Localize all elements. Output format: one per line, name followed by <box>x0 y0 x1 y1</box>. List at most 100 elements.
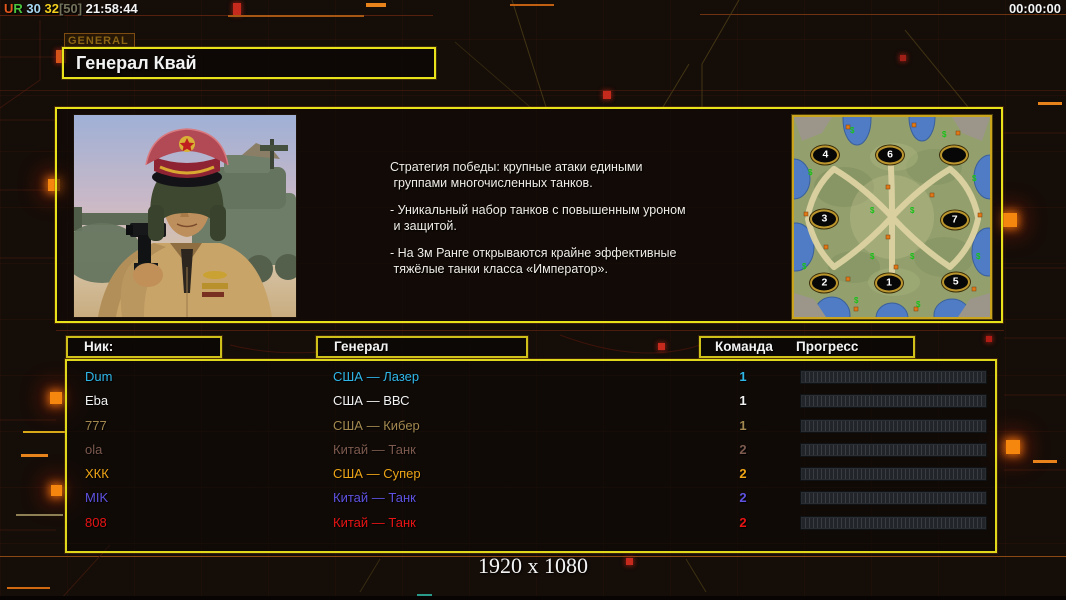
progress-bar <box>800 370 987 384</box>
decor-dash <box>510 4 554 6</box>
lobby-status: UR 30 32[50] 21:58:44 <box>4 1 138 16</box>
player-progress <box>800 467 987 482</box>
general-portrait-art <box>74 115 296 317</box>
team-header-label: Команда <box>715 339 773 354</box>
player-team: 1 <box>739 369 747 384</box>
general-description: Стратегия победы: крупные атаки едиными … <box>390 159 720 277</box>
description-line: и защитой. <box>390 219 457 233</box>
description-line: группами многочисленных танков. <box>390 176 593 190</box>
player-progress <box>800 442 987 457</box>
player-general: США — Кибер <box>333 417 420 433</box>
player-progress <box>800 394 987 409</box>
general-name-box: Генерал Квай <box>62 47 436 79</box>
decor-square <box>658 343 665 350</box>
decor-square <box>603 91 611 99</box>
status-segment: 32 <box>44 1 59 16</box>
decor-dash <box>23 431 65 433</box>
general-header-label: Генерал <box>334 339 389 354</box>
progress-bar <box>800 394 987 409</box>
player-team: 1 <box>739 417 747 433</box>
status-segment: U <box>4 1 14 16</box>
player-row: 777 США — Кибер 1 <box>67 414 995 438</box>
decor-dash <box>1038 102 1062 105</box>
description-line: Стратегия победы: крупные атаки едиными <box>390 160 643 174</box>
player-row: ola Китай — Танк 2 <box>67 438 995 462</box>
resolution-label: 1920 x 1080 <box>478 553 588 578</box>
decor-square <box>51 485 62 496</box>
player-nick: MIK <box>85 490 109 506</box>
description-line: - На 3м Ранге открываются крайне эффекти… <box>390 246 677 260</box>
player-row: ХКК США — Супер 2 <box>67 462 995 486</box>
progress-bar <box>800 515 987 530</box>
map-start-marker: 7 <box>940 210 969 230</box>
description-line <box>390 191 720 202</box>
player-row: MIK Китай — Танк 2 <box>67 486 995 510</box>
map-start-marker: 6 <box>876 145 905 165</box>
player-progress <box>800 515 987 530</box>
player-nick: Eba <box>85 393 109 409</box>
player-nick: 808 <box>85 514 107 530</box>
player-nick: 777 <box>85 417 107 433</box>
general-info-panel: Стратегия победы: крупные атаки едиными … <box>55 107 1003 323</box>
description-line: тяжёлые танки класса «Император». <box>390 262 608 276</box>
status-segment: 30 <box>22 1 45 16</box>
player-general: США — Лазер <box>333 369 420 384</box>
decor-square <box>233 3 241 15</box>
column-header-general: Генерал <box>316 336 528 358</box>
players-table-body: Dum США — Лазер 1 Eba США — ВВС 1 777 США — Киб… <box>67 361 995 551</box>
player-general: Китай — Танк <box>333 490 416 506</box>
description-line <box>390 234 720 245</box>
decor-square <box>900 55 906 61</box>
match-timer: 00:00:00 <box>1008 1 1061 16</box>
decor-dash <box>366 3 386 7</box>
player-progress <box>800 370 987 384</box>
decor-dash <box>1033 460 1057 463</box>
player-general: Китай — Танк <box>333 441 416 457</box>
player-row: Eba США — ВВС 1 <box>67 389 995 413</box>
map-markers: 4 6 3 7 2 1 5 <box>794 117 990 317</box>
decor-dash <box>16 514 63 516</box>
player-general: США — Супер <box>333 466 421 482</box>
progress-bar <box>800 491 987 506</box>
decor-square <box>1003 213 1017 227</box>
map-preview: $ $ $ $ $ $ $ $ $ $ $ $ 4637215 <box>792 115 992 319</box>
loading-screen: UR 30 32[50] 21:58:44 00:00:00 GENERAL Г… <box>0 0 1066 600</box>
status-segment: R <box>13 1 23 16</box>
general-portrait <box>73 114 297 318</box>
players-table: Dum США — Лазер 1 Eba США — ВВС 1 777 США — Киб… <box>65 359 997 553</box>
decor-dash <box>228 15 364 17</box>
description-line: - Уникальный набор танков с повышенным у… <box>390 203 686 217</box>
column-header-nick: Ник: <box>66 336 222 358</box>
decor-square <box>50 392 62 404</box>
player-progress <box>800 491 987 506</box>
map-start-marker: 3 <box>810 209 839 229</box>
player-row: 808 Китай — Танк 2 <box>67 511 995 535</box>
decor-dash <box>21 454 48 457</box>
player-progress <box>800 418 987 433</box>
progress-bar <box>800 442 987 457</box>
status-segment: 21:58:44 <box>82 1 138 16</box>
player-row: Dum США — Лазер 1 <box>67 365 995 389</box>
player-team: 2 <box>739 514 747 530</box>
player-team: 2 <box>739 466 747 482</box>
general-name: Генерал Квай <box>76 53 197 73</box>
decor-square <box>986 336 992 342</box>
player-nick: ХКК <box>85 466 109 482</box>
player-nick: Dum <box>85 369 113 384</box>
progress-bar <box>800 418 987 433</box>
progress-header-label: Прогресс <box>796 339 859 354</box>
decor-dash <box>7 587 50 589</box>
player-nick: ola <box>85 441 103 457</box>
nick-header-label: Ник: <box>84 339 114 354</box>
column-header-team-progress: Команда Прогресс <box>699 336 915 358</box>
player-team: 2 <box>739 441 747 457</box>
decor-square <box>1006 440 1020 454</box>
player-general: Китай — Танк <box>333 514 416 530</box>
map-start-marker: 5 <box>941 272 970 292</box>
map-start-marker: 1 <box>875 273 904 293</box>
map-start-marker <box>939 145 968 165</box>
status-segment: [50] <box>58 1 83 16</box>
player-general: США — ВВС <box>333 393 410 409</box>
map-start-marker: 4 <box>811 145 840 165</box>
player-team: 2 <box>739 490 747 506</box>
